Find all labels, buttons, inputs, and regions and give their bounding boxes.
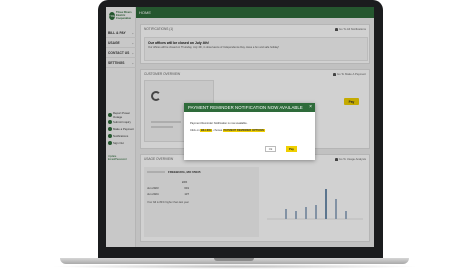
modal-instructions: Click on BILLING, choose PAYMENT REMINDE… — [190, 129, 265, 132]
laptop-mockup: TRE Three Rivers Electric Cooperative BI… — [0, 0, 469, 271]
modal-message: Payment Reminder Notification is now ava… — [190, 122, 248, 125]
modal-title: PAYMENT REMINDER NOTIFICATION NOW AVAILA… — [188, 105, 303, 110]
instruction-text: Click on — [190, 129, 201, 132]
billing-highlight: BILLING — [200, 129, 213, 132]
laptop-notch — [214, 258, 254, 261]
modal-header: PAYMENT REMINDER NOTIFICATION NOW AVAILA… — [184, 103, 315, 112]
payment-reminder-modal: PAYMENT REMINDER NOTIFICATION NOW AVAILA… — [184, 103, 315, 160]
laptop-shadow — [50, 264, 419, 269]
ok-button[interactable]: Ok — [265, 146, 276, 152]
instruction-text: . — [264, 129, 266, 132]
close-icon[interactable]: × — [309, 104, 312, 110]
pay-button[interactable]: Pay — [286, 146, 297, 152]
reminder-options-highlight: PAYMENT REMINDER OPTIONS — [222, 129, 265, 132]
instruction-text: , choose — [212, 129, 223, 132]
app-screen: TRE Three Rivers Electric Cooperative BI… — [106, 7, 374, 247]
